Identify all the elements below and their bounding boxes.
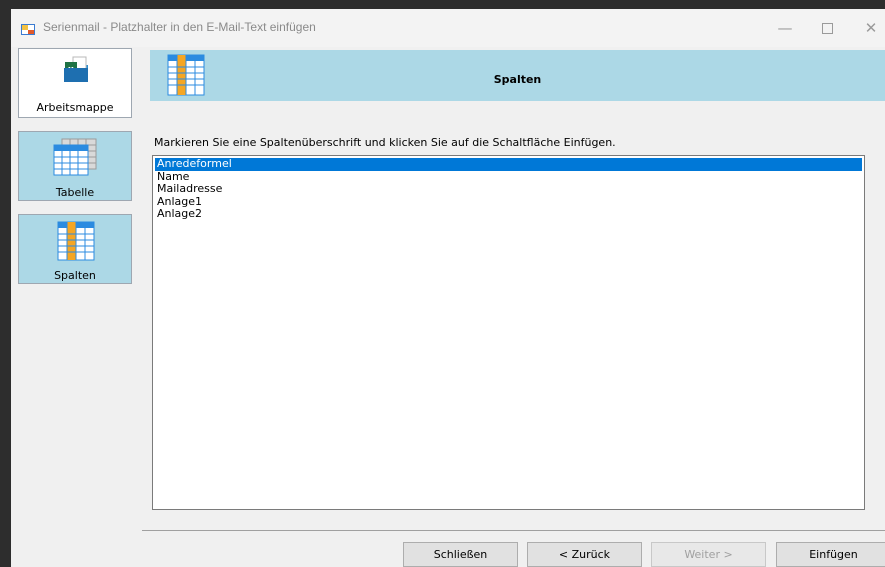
close-icon: ✕ <box>864 19 878 37</box>
list-item[interactable]: Anlage1 <box>155 195 862 209</box>
columns-icon <box>57 221 95 261</box>
nav-label-arbeitsmappe: Arbeitsmappe <box>36 101 114 114</box>
window-title: Serienmail - Platzhalter in den E-Mail-T… <box>43 20 316 34</box>
list-item[interactable]: Name <box>155 170 862 184</box>
excel-workbook-icon: x <box>64 56 88 82</box>
list-item[interactable]: Anredeformel <box>155 157 862 171</box>
nav-item-spalten[interactable]: Spalten <box>18 214 132 284</box>
maximize-icon <box>821 22 833 34</box>
nav-label-spalten: Spalten <box>54 269 96 282</box>
insert-button[interactable]: Einfügen <box>776 542 885 567</box>
nav-item-arbeitsmappe[interactable]: x Arbeitsmappe <box>18 48 132 118</box>
page-title: Spalten <box>493 73 542 86</box>
app-icon <box>21 24 35 35</box>
nav-item-tabelle[interactable]: Tabelle <box>18 131 132 201</box>
background-strip-left <box>0 0 11 567</box>
list-item[interactable]: Anlage2 <box>155 207 862 221</box>
section-header: Spalten <box>150 50 885 101</box>
instruction-text: Markieren Sie eine Spaltenüberschrift un… <box>154 136 616 149</box>
table-icon <box>53 138 97 176</box>
footer-separator <box>142 530 885 531</box>
maximize-button[interactable] <box>805 9 849 47</box>
close-button[interactable]: Schließen <box>403 542 518 567</box>
list-item[interactable]: Mailadresse <box>155 182 862 196</box>
next-button[interactable]: Weiter > <box>651 542 766 567</box>
title-bar[interactable]: Serienmail - Platzhalter in den E-Mail-T… <box>11 9 885 47</box>
nav-label-tabelle: Tabelle <box>55 186 95 199</box>
close-window-button[interactable]: ✕ <box>849 9 885 47</box>
back-button[interactable]: < Zurück <box>527 542 642 567</box>
columns-listbox[interactable]: Anredeformel Name Mailadresse Anlage1 An… <box>152 155 865 510</box>
minimize-button[interactable]: — <box>763 9 807 47</box>
minimize-icon: — <box>777 19 793 37</box>
background-strip-top <box>0 0 885 9</box>
dialog-window: Serienmail - Platzhalter in den E-Mail-T… <box>11 9 885 567</box>
